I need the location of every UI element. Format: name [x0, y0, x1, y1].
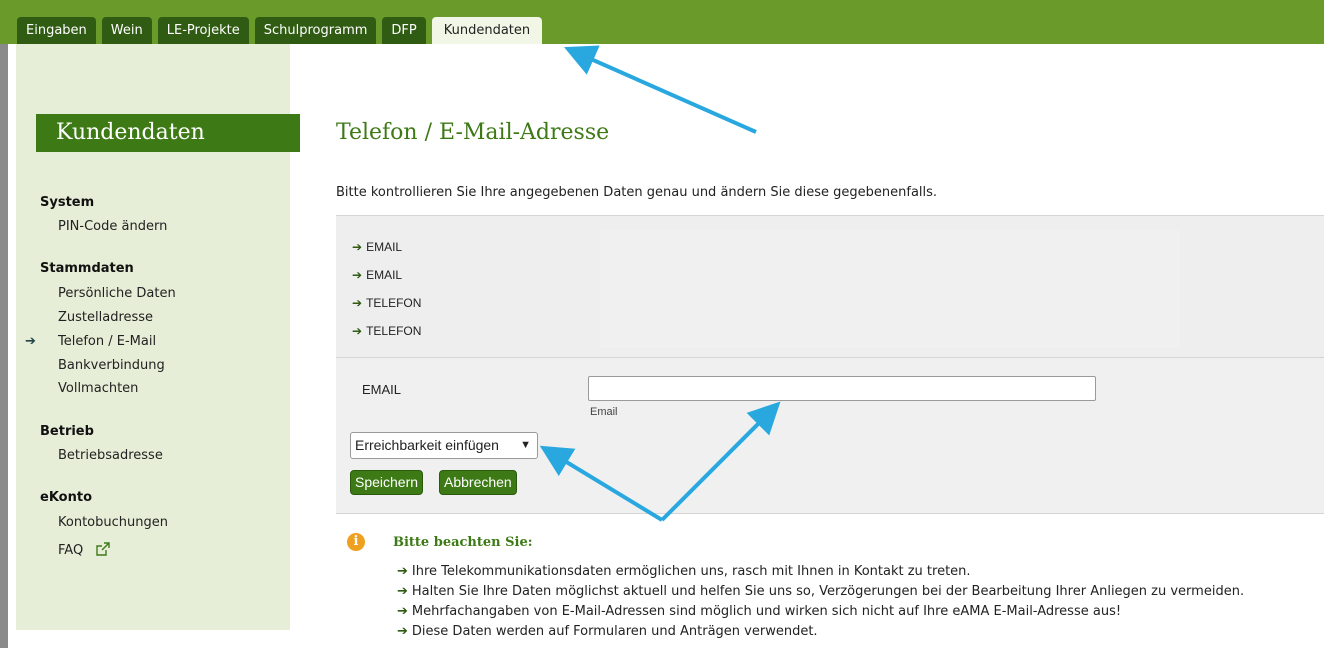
note-item: ➔ Diese Daten werden auf Formularen und A… — [397, 624, 818, 639]
sidebar-item-faq[interactable]: FAQ — [58, 541, 111, 561]
arrow-right-icon: ➔ — [397, 584, 408, 599]
arrow-right-icon: ➔ — [397, 604, 408, 619]
current-item-arrow-icon: ➔ — [25, 334, 36, 349]
contact-type: EMAIL — [366, 240, 403, 254]
note-item: ➔ Halten Sie Ihre Daten möglichst aktuell… — [397, 584, 1244, 599]
page-title: Telefon / E-Mail-Adresse — [336, 120, 610, 145]
contact-type: EMAIL — [366, 268, 403, 282]
sidebar-item-betriebsadresse[interactable]: Betriebsadresse — [58, 448, 163, 463]
contact-type: TELEFON — [366, 324, 422, 338]
note-text: Ihre Telekommunikationsdaten ermöglichen… — [411, 564, 971, 579]
sidebar: Kundendaten System PIN-Code ändern Stamm… — [16, 44, 300, 630]
arrow-right-icon: ➔ — [352, 268, 363, 282]
tab-le-projekte[interactable]: LE-Projekte — [157, 17, 249, 44]
contact-row: ➔ TELEFON — [352, 296, 421, 310]
contact-row: ➔ EMAIL — [352, 268, 402, 282]
arrow-right-icon: ➔ — [352, 324, 363, 338]
contact-type: TELEFON — [366, 296, 422, 310]
contact-row: ➔ EMAIL — [352, 240, 402, 254]
left-border — [0, 44, 8, 648]
sidebar-item-vollmachten[interactable]: Vollmachten — [58, 381, 138, 396]
sidebar-heading-betrieb: Betrieb — [40, 424, 94, 439]
arrow-right-icon: ➔ — [352, 240, 363, 254]
sidebar-item-bankverbindung[interactable]: Bankverbindung — [58, 358, 165, 373]
faq-label: FAQ — [58, 543, 84, 558]
contact-data-panel: ➔ EMAIL ➔ EMAIL ➔ TELEFON ➔ TELEFON — [336, 215, 1324, 358]
note-text: Halten Sie Ihre Daten möglichst aktuell … — [411, 584, 1245, 599]
email-field[interactable] — [588, 376, 1096, 401]
note-title: Bitte beachten Sie: — [393, 535, 533, 550]
sidebar-heading-system: System — [40, 195, 95, 210]
arrow-right-icon: ➔ — [397, 624, 408, 639]
external-link-icon — [95, 541, 111, 561]
reachability-select[interactable]: Erreichbarkeit einfügen ▼ — [350, 432, 538, 459]
sidebar-title: Kundendaten — [36, 114, 300, 152]
tab-dfp[interactable]: DFP — [382, 17, 426, 44]
arrow-right-icon: ➔ — [397, 564, 408, 579]
tab-eingaben[interactable]: Eingaben — [17, 17, 96, 44]
sidebar-item-zustelladresse[interactable]: Zustelladresse — [58, 310, 153, 325]
sidebar-item-kontobuchungen[interactable]: Kontobuchungen — [58, 515, 168, 530]
sidebar-item-pin-code[interactable]: PIN-Code ändern — [58, 219, 167, 234]
tab-schulprogramm[interactable]: Schulprogramm — [254, 17, 377, 44]
chevron-down-icon: ▼ — [520, 439, 531, 451]
tab-bar: Eingaben Wein LE-Projekte Schulprogramm … — [17, 17, 548, 44]
info-icon: i — [347, 533, 365, 551]
note-text: Mehrfachangaben von E-Mail-Adressen sind… — [411, 604, 1122, 619]
save-button[interactable]: Speichern — [350, 470, 424, 495]
sidebar-heading-ekonto: eKonto — [40, 490, 92, 505]
email-hint: Email — [590, 406, 618, 418]
note-text: Diese Daten werden auf Formularen und An… — [411, 624, 818, 639]
add-contact-form: EMAIL Email Erreichbarkeit einfügen ▼ Sp… — [336, 358, 1324, 514]
tab-wein[interactable]: Wein — [101, 17, 152, 44]
cancel-button[interactable]: Abbrechen — [439, 470, 517, 495]
top-navigation-bar: Eingaben Wein LE-Projekte Schulprogramm … — [0, 0, 1324, 44]
redacted-contact-values — [600, 230, 1180, 348]
intro-text: Bitte kontrollieren Sie Ihre angegebenen… — [336, 185, 938, 200]
tab-kundendaten[interactable]: Kundendaten — [431, 17, 543, 44]
sidebar-item-telefon-email[interactable]: Telefon / E-Mail — [58, 334, 156, 349]
sidebar-item-persoenliche-daten[interactable]: Persönliche Daten — [58, 286, 176, 301]
arrow-right-icon: ➔ — [352, 296, 363, 310]
email-label: EMAIL — [362, 382, 402, 397]
note-item: ➔ Ihre Telekommunikationsdaten ermögliche… — [397, 564, 971, 579]
sidebar-heading-stammdaten: Stammdaten — [40, 261, 134, 276]
select-value: Erreichbarkeit einfügen — [355, 437, 499, 453]
contact-row: ➔ TELEFON — [352, 324, 421, 338]
note-item: ➔ Mehrfachangaben von E-Mail-Adressen sin… — [397, 604, 1121, 619]
